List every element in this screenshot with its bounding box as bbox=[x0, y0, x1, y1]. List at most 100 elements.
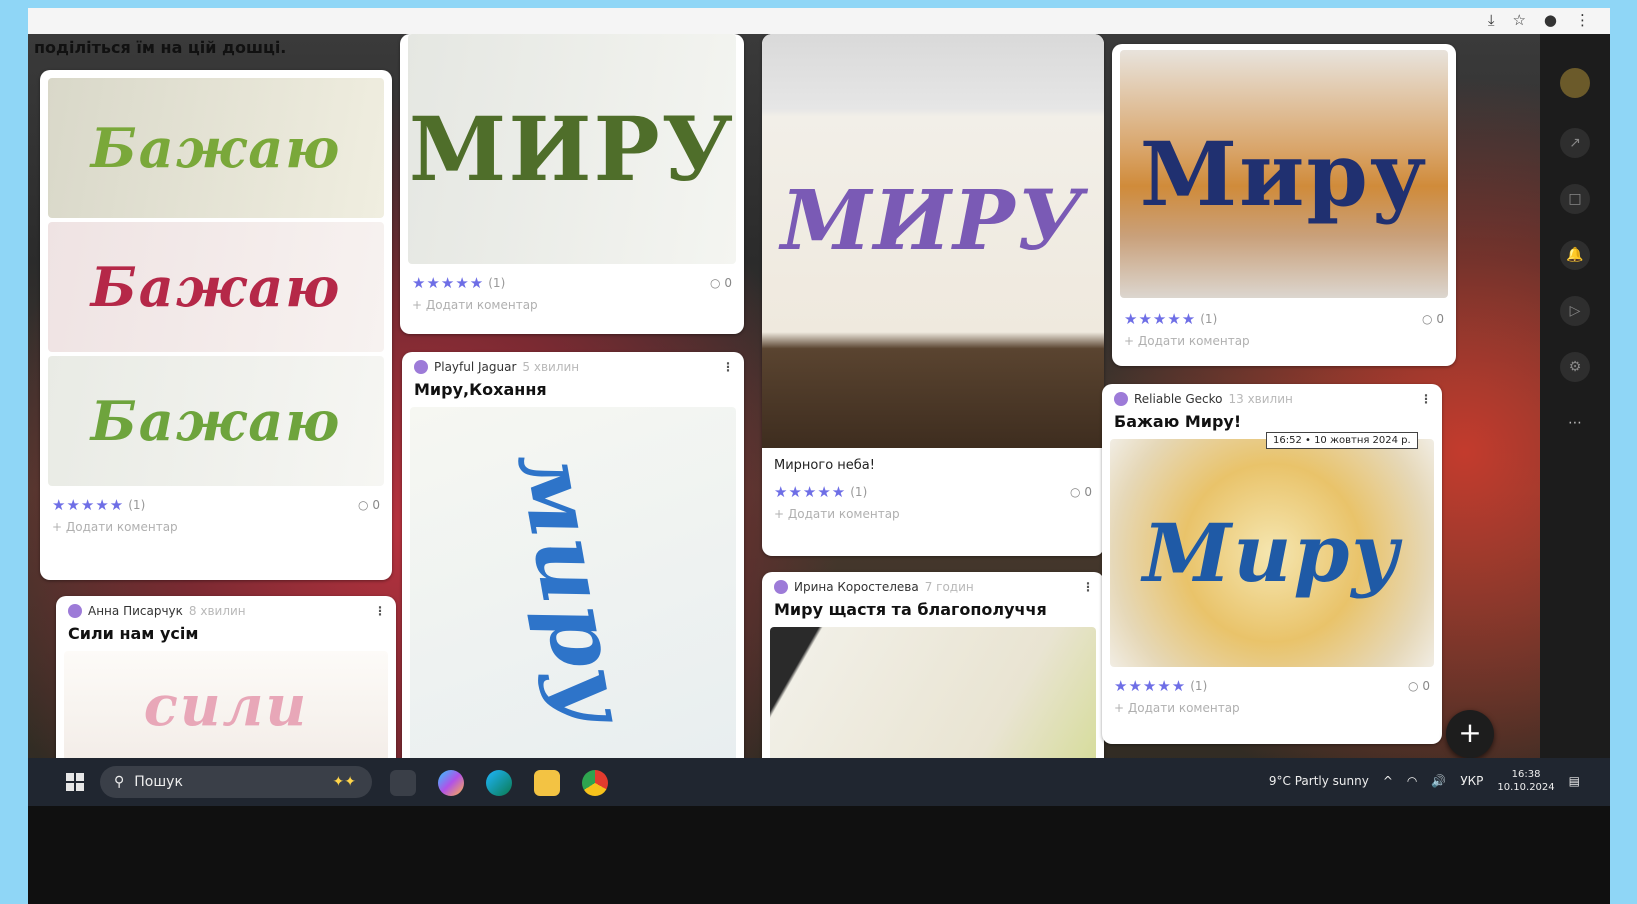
rating-row: ★★★★★ (1) ○ 0 bbox=[762, 477, 1104, 503]
rating-count: (1) bbox=[128, 498, 146, 512]
wifi-icon[interactable]: ◠ bbox=[1407, 774, 1417, 788]
comment-count[interactable]: ○ 0 bbox=[710, 276, 732, 290]
post-author: Анна Писарчук 8 хвилин ⋮ bbox=[56, 596, 396, 618]
post-image[interactable]: миру bbox=[410, 407, 736, 767]
rating-row: ★★★★★ (1) ○ 0 bbox=[1102, 671, 1442, 697]
edge-icon[interactable] bbox=[486, 770, 512, 796]
star-rating[interactable]: ★★★★★ bbox=[774, 483, 846, 501]
post-image[interactable] bbox=[770, 627, 1096, 767]
add-comment-button[interactable]: + Додати коментар bbox=[1112, 330, 1456, 356]
post-image[interactable]: МИРУ bbox=[408, 34, 736, 264]
language-indicator[interactable]: УКР bbox=[1460, 774, 1483, 788]
rating-count: (1) bbox=[1190, 679, 1208, 693]
comment-icon: ○ bbox=[1070, 485, 1081, 499]
post-image[interactable]: Бажаю bbox=[48, 356, 384, 486]
weather-widget[interactable]: 9°C Partly sunny bbox=[1269, 774, 1369, 788]
post-card[interactable]: Бажаю Бажаю Бажаю ★★★★★ (1) ○ 0 + Додати… bbox=[40, 70, 392, 580]
rating-count: (1) bbox=[488, 276, 506, 290]
add-comment-button[interactable]: + Додати коментар bbox=[1102, 697, 1442, 723]
star-rating[interactable]: ★★★★★ bbox=[412, 274, 484, 292]
post-time: 8 хвилин bbox=[188, 604, 246, 618]
windows-taskbar: ⚲ Пошук ✦✦ 9°C Partly sunny ^ ◠ 🔊 УКР 16… bbox=[28, 758, 1610, 806]
share-icon[interactable]: ↗ bbox=[1560, 128, 1590, 158]
post-card[interactable]: МИРУ ★★★★★ (1) ○ 0 + Додати коментар bbox=[400, 34, 744, 334]
add-post-button[interactable]: + bbox=[1446, 710, 1494, 758]
volume-icon[interactable]: 🔊 bbox=[1431, 774, 1446, 788]
post-menu-icon[interactable]: ⋮ bbox=[1420, 392, 1432, 406]
post-card[interactable]: Миру ★★★★★ (1) ○ 0 + Додати коментар bbox=[1112, 44, 1456, 366]
comment-count[interactable]: ○ 0 bbox=[1422, 312, 1444, 326]
install-icon[interactable]: ⤓ bbox=[1488, 11, 1495, 29]
search-icon: ⚲ bbox=[114, 774, 125, 790]
gear-icon[interactable]: ⚙ bbox=[1560, 352, 1590, 382]
search-label: Пошук bbox=[134, 774, 183, 790]
user-avatar[interactable] bbox=[1560, 68, 1590, 98]
comment-icon: ○ bbox=[710, 276, 721, 290]
comment-count[interactable]: ○ 0 bbox=[1070, 485, 1092, 499]
system-tray: 9°C Partly sunny ^ ◠ 🔊 УКР 16:38 10.10.2… bbox=[1269, 768, 1580, 794]
artwork-text: Бажаю bbox=[90, 116, 342, 180]
post-image[interactable]: Миру bbox=[1110, 439, 1434, 667]
star-rating[interactable]: ★★★★★ bbox=[1114, 677, 1186, 695]
author-name: Анна Писарчук bbox=[88, 604, 183, 618]
post-menu-icon[interactable]: ⋮ bbox=[722, 360, 734, 374]
more-icon[interactable]: ⋯ bbox=[1560, 408, 1590, 438]
bell-icon[interactable]: 🔔 bbox=[1560, 240, 1590, 270]
post-image[interactable]: сили bbox=[64, 651, 388, 761]
artwork-text: Миру bbox=[1139, 122, 1429, 226]
comment-icon: ○ bbox=[358, 498, 369, 512]
browser-menu-icon[interactable]: ⋮ bbox=[1575, 11, 1590, 29]
add-comment-button[interactable]: + Додати коментар bbox=[400, 294, 744, 320]
artwork-text: Бажаю bbox=[90, 389, 342, 453]
profile-avatar[interactable]: ● bbox=[1544, 11, 1557, 29]
taskbar-search[interactable]: ⚲ Пошук ✦✦ bbox=[100, 766, 372, 798]
post-body: Мирного неба! bbox=[774, 458, 875, 473]
post-menu-icon[interactable]: ⋮ bbox=[1082, 580, 1094, 594]
rating-row: ★★★★★ (1) ○ 0 bbox=[400, 268, 744, 294]
post-image[interactable]: Миру bbox=[1120, 50, 1448, 298]
add-comment-button[interactable]: + Додати коментар bbox=[762, 503, 1104, 529]
artwork-text: МИРУ bbox=[408, 97, 736, 201]
post-image[interactable]: МИРУ bbox=[762, 34, 1104, 448]
post-time: 13 хвилин bbox=[1228, 392, 1293, 406]
post-author: Reliable Gecko 13 хвилин ⋮ bbox=[1102, 384, 1442, 406]
play-icon[interactable]: ▷ bbox=[1560, 296, 1590, 326]
artwork-text: МИРУ bbox=[780, 173, 1086, 269]
timestamp-tooltip: 16:52 • 10 жовтня 2024 р. bbox=[1266, 432, 1418, 449]
windows-start-icon[interactable] bbox=[66, 773, 84, 791]
author-name: Playful Jaguar bbox=[434, 360, 517, 374]
star-rating[interactable]: ★★★★★ bbox=[1124, 310, 1196, 328]
notification-icon[interactable]: ▤ bbox=[1569, 774, 1580, 788]
clock[interactable]: 16:38 10.10.2024 bbox=[1497, 768, 1554, 794]
task-view-icon[interactable] bbox=[390, 770, 416, 796]
bookmark-star-icon[interactable]: ☆ bbox=[1512, 11, 1525, 29]
artwork-text: сили bbox=[143, 673, 309, 739]
comment-icon: ○ bbox=[1408, 679, 1419, 693]
chrome-icon[interactable] bbox=[582, 770, 608, 796]
file-explorer-icon[interactable] bbox=[534, 770, 560, 796]
frame-icon[interactable]: □ bbox=[1560, 184, 1590, 214]
author-avatar bbox=[774, 580, 788, 594]
post-card[interactable]: МИРУ Мирного неба! ★★★★★ (1) ○ 0 + Додат… bbox=[762, 34, 1104, 556]
author-avatar bbox=[1114, 392, 1128, 406]
post-image[interactable]: Бажаю bbox=[48, 222, 384, 352]
post-author: Playful Jaguar 5 хвилин ⋮ bbox=[402, 352, 744, 374]
post-author: Ирина Коростелева 7 годин ⋮ bbox=[762, 572, 1104, 594]
monitor-screen: ⤓ ☆ ● ⋮ поділіться їм на цій дошці. Бажа… bbox=[28, 8, 1610, 904]
tray-chevron-icon[interactable]: ^ bbox=[1383, 774, 1393, 788]
post-menu-icon[interactable]: ⋮ bbox=[374, 604, 386, 618]
add-comment-button[interactable]: + Додати коментар bbox=[40, 516, 392, 542]
comment-count[interactable]: ○ 0 bbox=[1408, 679, 1430, 693]
rating-count: (1) bbox=[850, 485, 868, 499]
copilot-icon[interactable] bbox=[438, 770, 464, 796]
star-rating[interactable]: ★★★★★ bbox=[52, 496, 124, 514]
sparkle-icon: ✦✦ bbox=[332, 774, 356, 790]
post-title: Миру щастя та благополуччя bbox=[774, 600, 1047, 619]
post-image[interactable]: Бажаю bbox=[48, 78, 384, 218]
post-title: Миру,Кохання bbox=[414, 380, 547, 399]
artwork-text: Бажаю bbox=[90, 255, 342, 319]
post-card[interactable]: Playful Jaguar 5 хвилин ⋮ Миру,Кохання м… bbox=[402, 352, 744, 792]
comment-count[interactable]: ○ 0 bbox=[358, 498, 380, 512]
comment-icon: ○ bbox=[1422, 312, 1433, 326]
post-time: 5 хвилин bbox=[522, 360, 580, 374]
